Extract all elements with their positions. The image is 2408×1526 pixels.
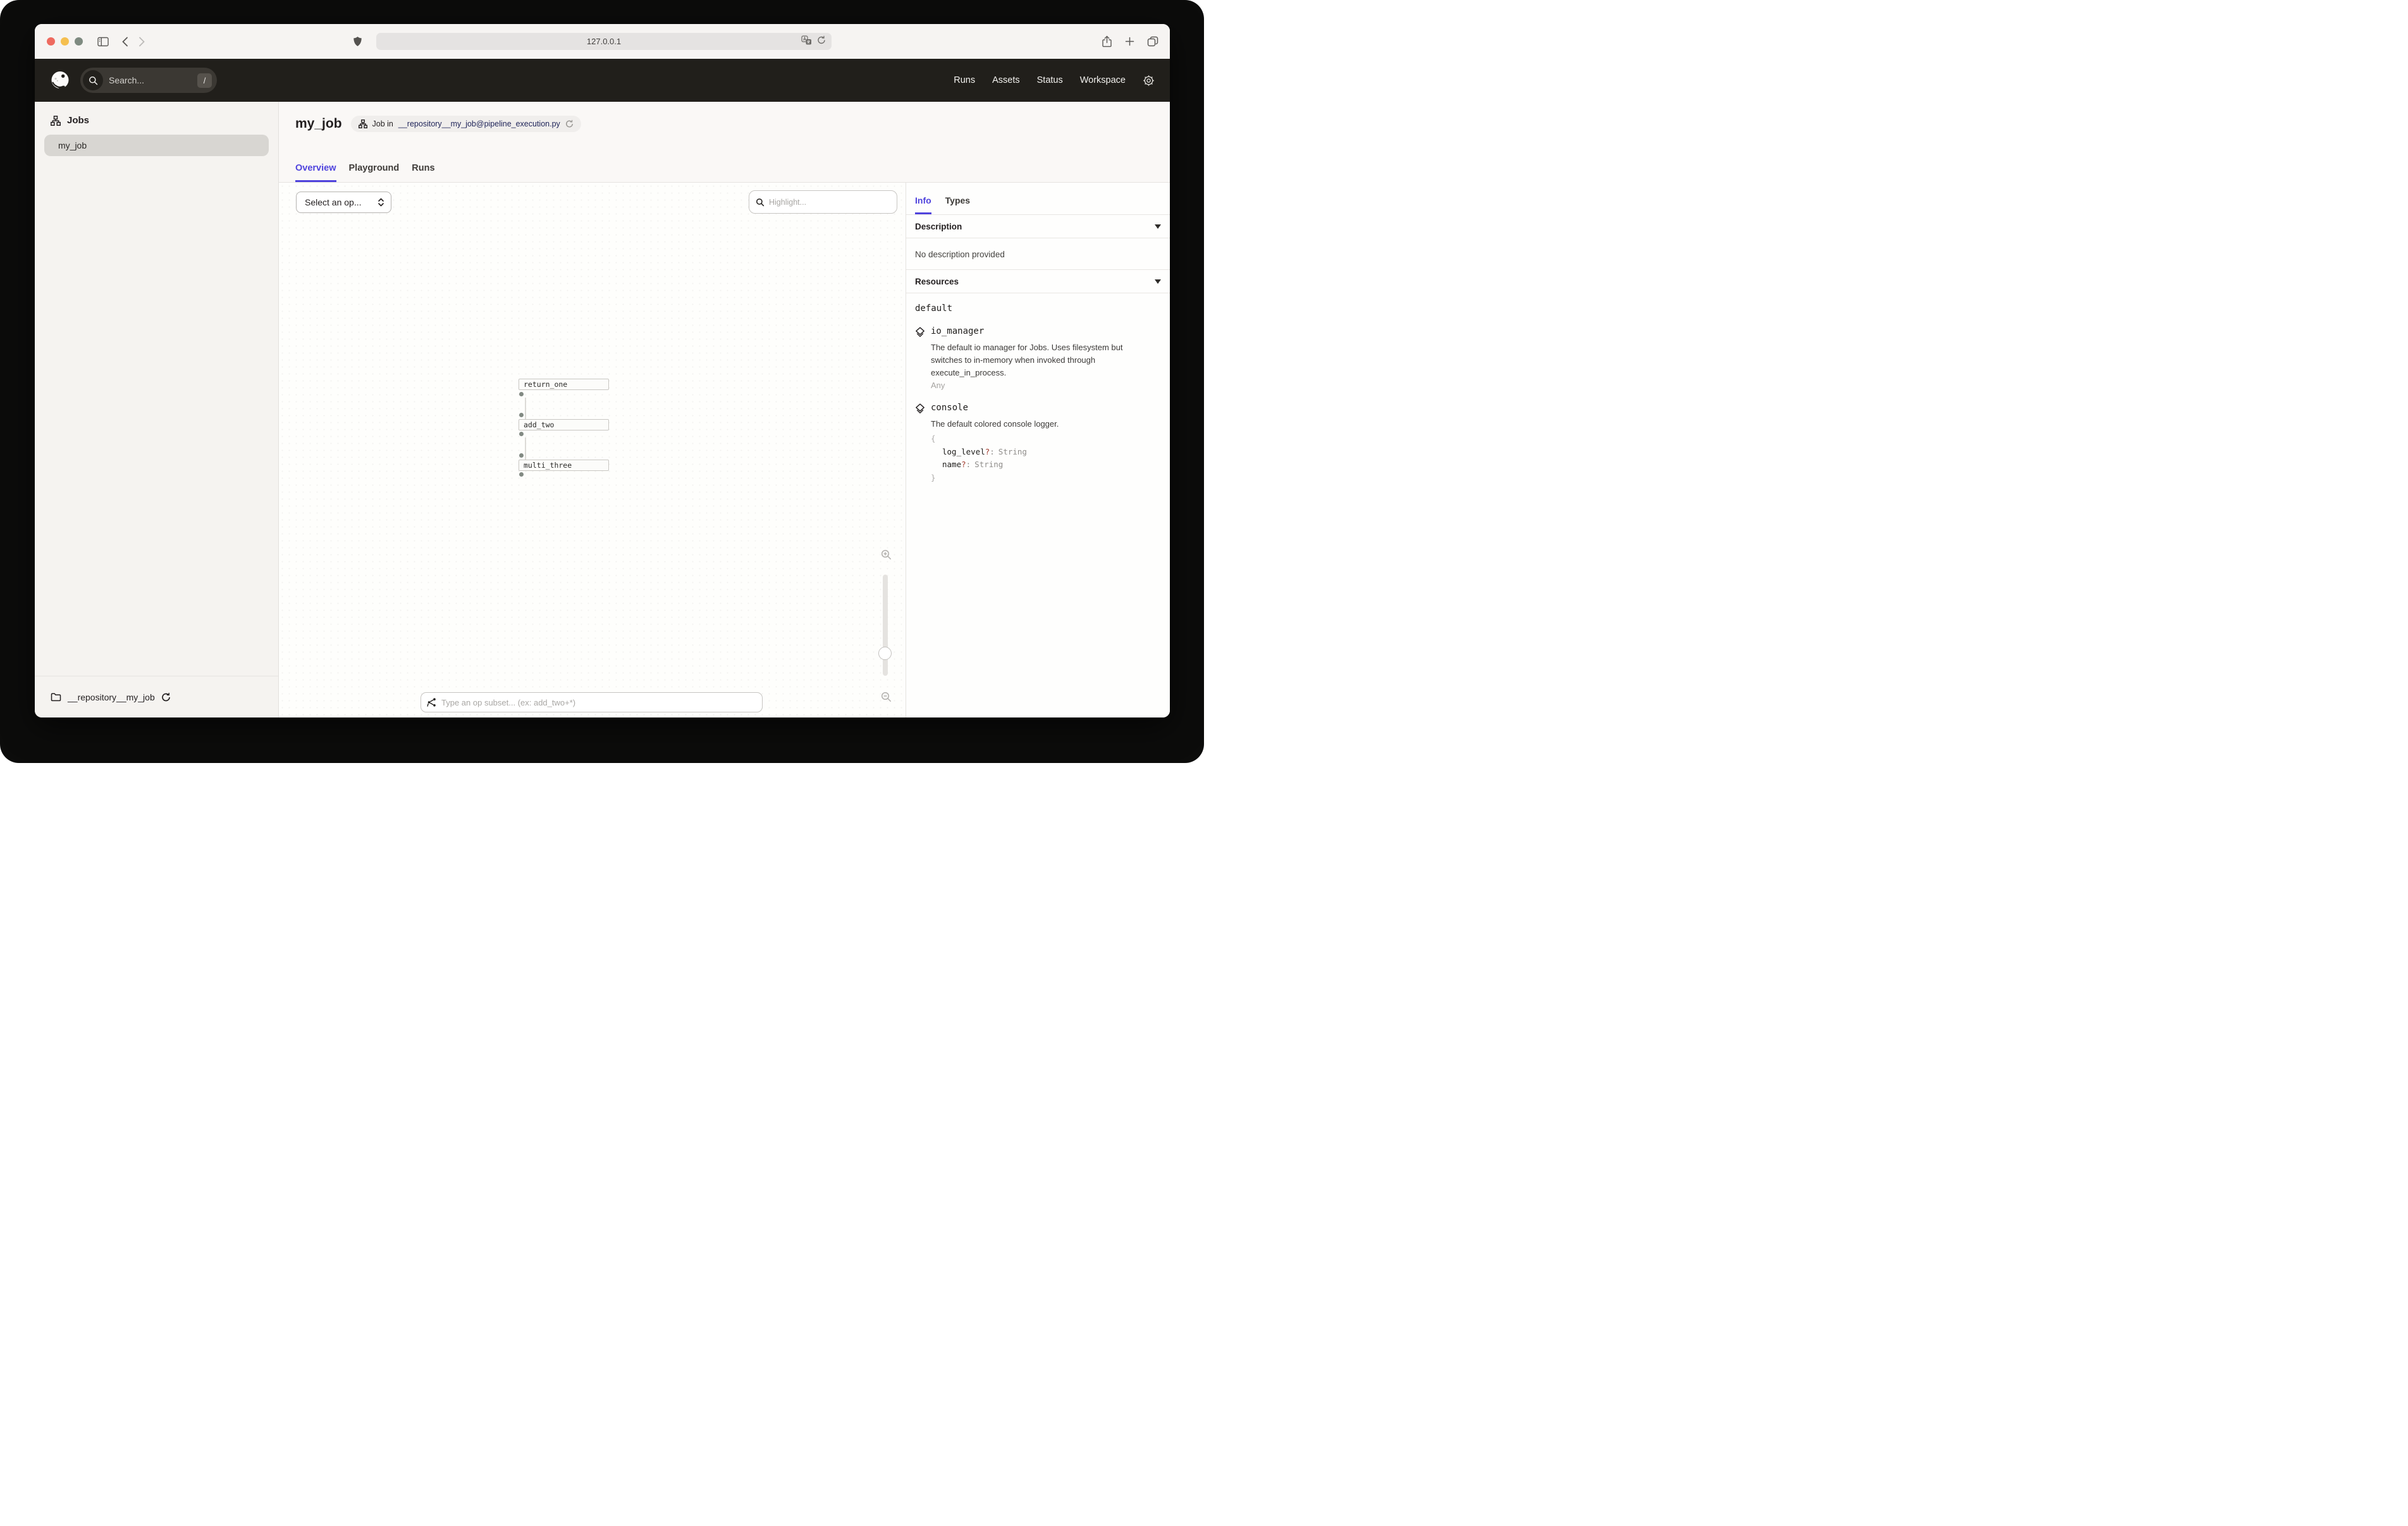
resource-name: io_manager	[931, 326, 1133, 336]
op-selector-dropdown[interactable]: Select an op...	[296, 192, 391, 213]
search-shortcut-key: /	[197, 73, 212, 88]
dagster-navbar: / Runs Assets Status Workspace	[35, 59, 1170, 102]
resource-config-schema: { log_level?:String name?:String }	[931, 432, 1133, 485]
op-subset-filter[interactable]	[421, 692, 763, 712]
jobs-icon	[51, 116, 61, 126]
sidebar-item-my-job[interactable]: my_job	[44, 135, 269, 156]
tab-playground[interactable]: Playground	[349, 163, 400, 182]
repository-name: __repository__my_job	[68, 692, 155, 702]
dagster-logo[interactable]	[50, 70, 70, 90]
op-subset-graph-icon	[427, 697, 437, 707]
highlight-search-icon	[756, 198, 765, 207]
forward-icon[interactable]	[138, 37, 145, 47]
resource-description: The default io manager for Jobs. Uses fi…	[931, 341, 1133, 379]
reload-icon[interactable]	[817, 35, 826, 48]
minimize-window-button[interactable]	[61, 37, 69, 46]
resource-icon	[915, 403, 925, 484]
window-controls	[47, 37, 83, 46]
resource-console: console The default colored console logg…	[915, 403, 1161, 484]
translate-icon[interactable]	[801, 35, 812, 48]
back-icon[interactable]	[121, 37, 128, 47]
info-panel: Info Types Description No description pr…	[906, 183, 1170, 717]
tab-overview[interactable]: Overview	[295, 163, 336, 182]
input-port[interactable]	[519, 413, 524, 417]
op-subset-input[interactable]	[441, 698, 745, 707]
new-tab-icon[interactable]	[1125, 37, 1134, 46]
browser-sidebar-toggle-icon[interactable]	[97, 37, 109, 47]
resource-type: Any	[931, 381, 1133, 390]
resource-io-manager: io_manager The default io manager for Jo…	[915, 326, 1161, 390]
job-tabs: Overview Playground Runs	[295, 163, 1170, 182]
select-chevrons-icon	[378, 198, 384, 207]
zoom-slider-thumb[interactable]	[878, 647, 892, 660]
jobs-sidebar: Jobs my_job __repository__my_job	[35, 102, 279, 717]
nav-link-status[interactable]: Status	[1037, 75, 1063, 85]
job-header: my_job Job in __repository__my_job@pipel…	[279, 102, 1170, 183]
search-input[interactable]	[109, 75, 178, 85]
resource-group-name: default	[915, 303, 1161, 314]
description-section-header[interactable]: Description	[906, 215, 1170, 238]
edge-return-one-to-add-two	[525, 398, 526, 419]
output-port[interactable]	[519, 472, 524, 477]
reload-badge-icon[interactable]	[565, 119, 574, 128]
collapse-caret-icon	[1155, 279, 1161, 284]
zoom-window-button[interactable]	[75, 37, 83, 46]
zoom-out-icon[interactable]	[881, 692, 892, 705]
highlight-search[interactable]	[749, 190, 897, 214]
url-text: 127.0.0.1	[587, 37, 621, 46]
sidebar-title: Jobs	[67, 115, 89, 126]
global-search[interactable]: /	[80, 68, 217, 93]
resources-section-header[interactable]: Resources	[906, 270, 1170, 293]
reload-repository-icon[interactable]	[161, 692, 171, 702]
folder-icon	[51, 692, 61, 702]
zoom-slider-track[interactable]	[883, 575, 888, 676]
input-port[interactable]	[519, 453, 524, 458]
tab-overview-icon[interactable]	[1147, 36, 1158, 47]
panel-tab-info[interactable]: Info	[915, 183, 931, 214]
nav-link-assets[interactable]: Assets	[992, 75, 1020, 85]
op-node-add-two[interactable]: add_two	[519, 419, 609, 430]
search-icon	[83, 70, 103, 90]
badge-repository-link[interactable]: __repository__my_job@pipeline_execution.…	[398, 119, 560, 128]
nav-link-workspace[interactable]: Workspace	[1080, 75, 1126, 85]
zoom-in-icon[interactable]	[881, 549, 892, 563]
op-node-multi-three[interactable]: multi_three	[519, 460, 609, 471]
panel-tab-types[interactable]: Types	[945, 183, 970, 214]
tab-runs[interactable]: Runs	[412, 163, 434, 182]
resource-description: The default colored console logger.	[931, 418, 1133, 430]
screen-background: 127.0.0.1	[0, 0, 1204, 763]
browser-window: 127.0.0.1	[35, 24, 1170, 717]
browser-toolbar: 127.0.0.1	[35, 24, 1170, 59]
share-icon[interactable]	[1102, 35, 1112, 47]
op-graph-canvas[interactable]: Select an op...	[279, 183, 906, 717]
badge-prefix: Job in	[372, 119, 393, 128]
nav-link-runs[interactable]: Runs	[954, 75, 975, 85]
op-node-return-one[interactable]: return_one	[519, 379, 609, 390]
close-window-button[interactable]	[47, 37, 55, 46]
output-port[interactable]	[519, 432, 524, 436]
address-bar[interactable]: 127.0.0.1	[376, 33, 832, 50]
repository-row: __repository__my_job	[35, 676, 278, 717]
settings-gear-icon[interactable]	[1143, 75, 1155, 87]
description-body: No description provided	[906, 238, 1170, 270]
resource-name: console	[931, 403, 1133, 413]
collapse-caret-icon	[1155, 224, 1161, 229]
edge-add-two-to-multi-three	[525, 437, 526, 460]
page-title: my_job	[295, 116, 342, 131]
output-port[interactable]	[519, 392, 524, 396]
job-icon	[359, 119, 367, 128]
resource-icon	[915, 327, 925, 390]
job-origin-badge: Job in __repository__my_job@pipeline_exe…	[351, 116, 581, 132]
privacy-shield-icon[interactable]	[353, 36, 362, 47]
highlight-input[interactable]	[769, 198, 876, 207]
